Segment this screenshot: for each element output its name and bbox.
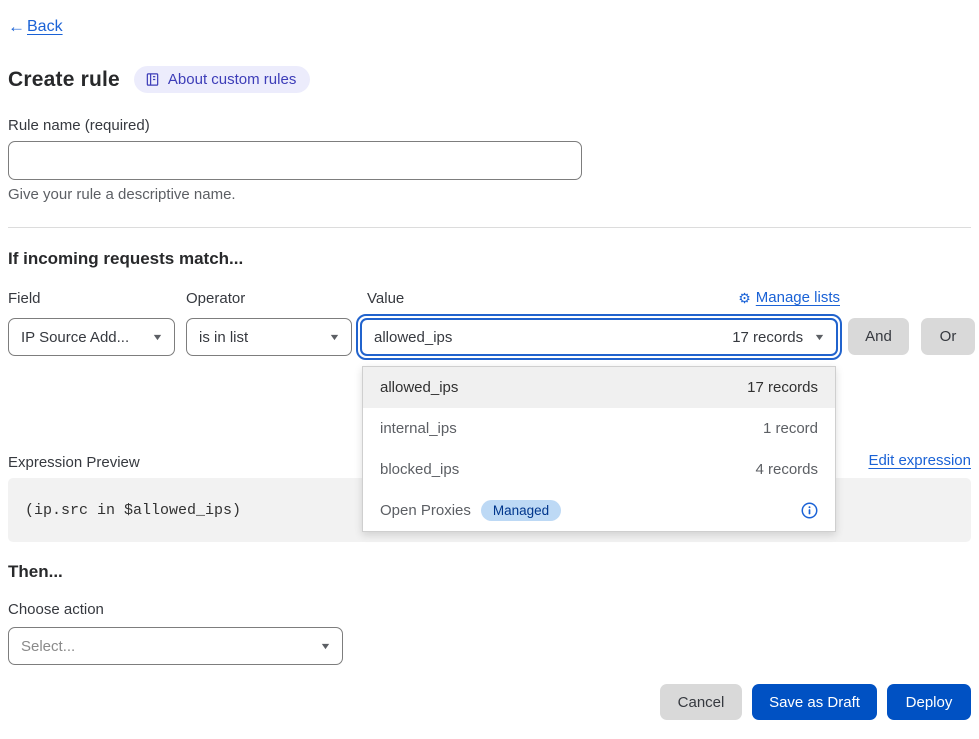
operator-select-value: is in list xyxy=(199,329,248,346)
list-item-record-count: 1 record xyxy=(763,420,818,437)
save-as-draft-button[interactable]: Save as Draft xyxy=(752,684,877,720)
section-divider xyxy=(8,227,971,228)
value-combobox-focus-ring: allowed_ips 17 records ▼ xyxy=(356,314,842,360)
operator-column-label: Operator xyxy=(186,290,245,307)
back-arrow-icon: ← xyxy=(8,17,25,37)
value-records-count: 17 records xyxy=(732,329,803,346)
list-item-open-proxies[interactable]: Open Proxies Managed xyxy=(363,490,835,531)
then-section-heading: Then... xyxy=(8,562,63,582)
manage-lists-link[interactable]: ⚙ Manage lists xyxy=(362,289,840,306)
chevron-down-icon: ▼ xyxy=(151,332,163,342)
list-item-name: blocked_ips xyxy=(380,461,459,478)
managed-badge: Managed xyxy=(481,500,561,521)
manage-lists-label: Manage lists xyxy=(756,289,840,306)
match-section-heading: If incoming requests match... xyxy=(8,249,243,269)
about-badge-label: About custom rules xyxy=(168,71,296,88)
back-link-label: Back xyxy=(27,18,63,36)
title-row: Create rule About custom rules xyxy=(8,66,310,93)
field-select[interactable]: IP Source Add... ▼ xyxy=(8,318,175,356)
deploy-button[interactable]: Deploy xyxy=(887,684,971,720)
operator-select[interactable]: is in list ▼ xyxy=(186,318,352,356)
list-item-name: allowed_ips xyxy=(380,379,458,396)
rule-name-helper-text: Give your rule a descriptive name. xyxy=(8,186,236,203)
gear-icon: ⚙ xyxy=(738,291,751,305)
rule-name-input[interactable] xyxy=(8,141,582,180)
list-item-name: Open Proxies xyxy=(380,502,471,519)
action-select[interactable]: Select... ▼ xyxy=(8,627,343,665)
chevron-down-icon: ▼ xyxy=(328,332,340,342)
book-icon xyxy=(145,72,160,87)
or-button[interactable]: Or xyxy=(921,318,975,355)
value-combobox-text: allowed_ips xyxy=(374,329,452,346)
edit-expression-link[interactable]: Edit expression xyxy=(868,452,971,469)
expression-code: (ip.src in $allowed_ips) xyxy=(25,502,241,519)
list-item-allowed-ips[interactable]: allowed_ips 17 records xyxy=(363,367,835,408)
action-select-placeholder: Select... xyxy=(21,638,75,655)
list-item-record-count: 17 records xyxy=(747,379,818,396)
chevron-down-icon: ▼ xyxy=(319,641,331,651)
list-item-record-count: 4 records xyxy=(755,461,818,478)
list-item-name: internal_ips xyxy=(380,420,457,437)
list-item-blocked-ips[interactable]: blocked_ips 4 records xyxy=(363,449,835,490)
list-item-internal-ips[interactable]: internal_ips 1 record xyxy=(363,408,835,449)
info-icon[interactable] xyxy=(801,502,818,519)
chevron-down-icon: ▼ xyxy=(813,332,825,342)
about-custom-rules-badge[interactable]: About custom rules xyxy=(134,66,310,93)
and-button[interactable]: And xyxy=(848,318,909,355)
cancel-button[interactable]: Cancel xyxy=(660,684,742,720)
rule-name-label: Rule name (required) xyxy=(8,117,150,134)
value-combobox[interactable]: allowed_ips 17 records ▼ xyxy=(360,318,838,356)
field-column-label: Field xyxy=(8,290,41,307)
back-link[interactable]: ←Back xyxy=(8,17,63,37)
create-rule-page: ←Back Create rule About custom rules Rul… xyxy=(0,0,979,739)
expression-preview-label: Expression Preview xyxy=(8,454,140,471)
field-select-value: IP Source Add... xyxy=(21,329,129,346)
list-dropdown-panel: allowed_ips 17 records internal_ips 1 re… xyxy=(362,366,836,532)
choose-action-label: Choose action xyxy=(8,601,104,618)
page-title: Create rule xyxy=(8,68,120,92)
